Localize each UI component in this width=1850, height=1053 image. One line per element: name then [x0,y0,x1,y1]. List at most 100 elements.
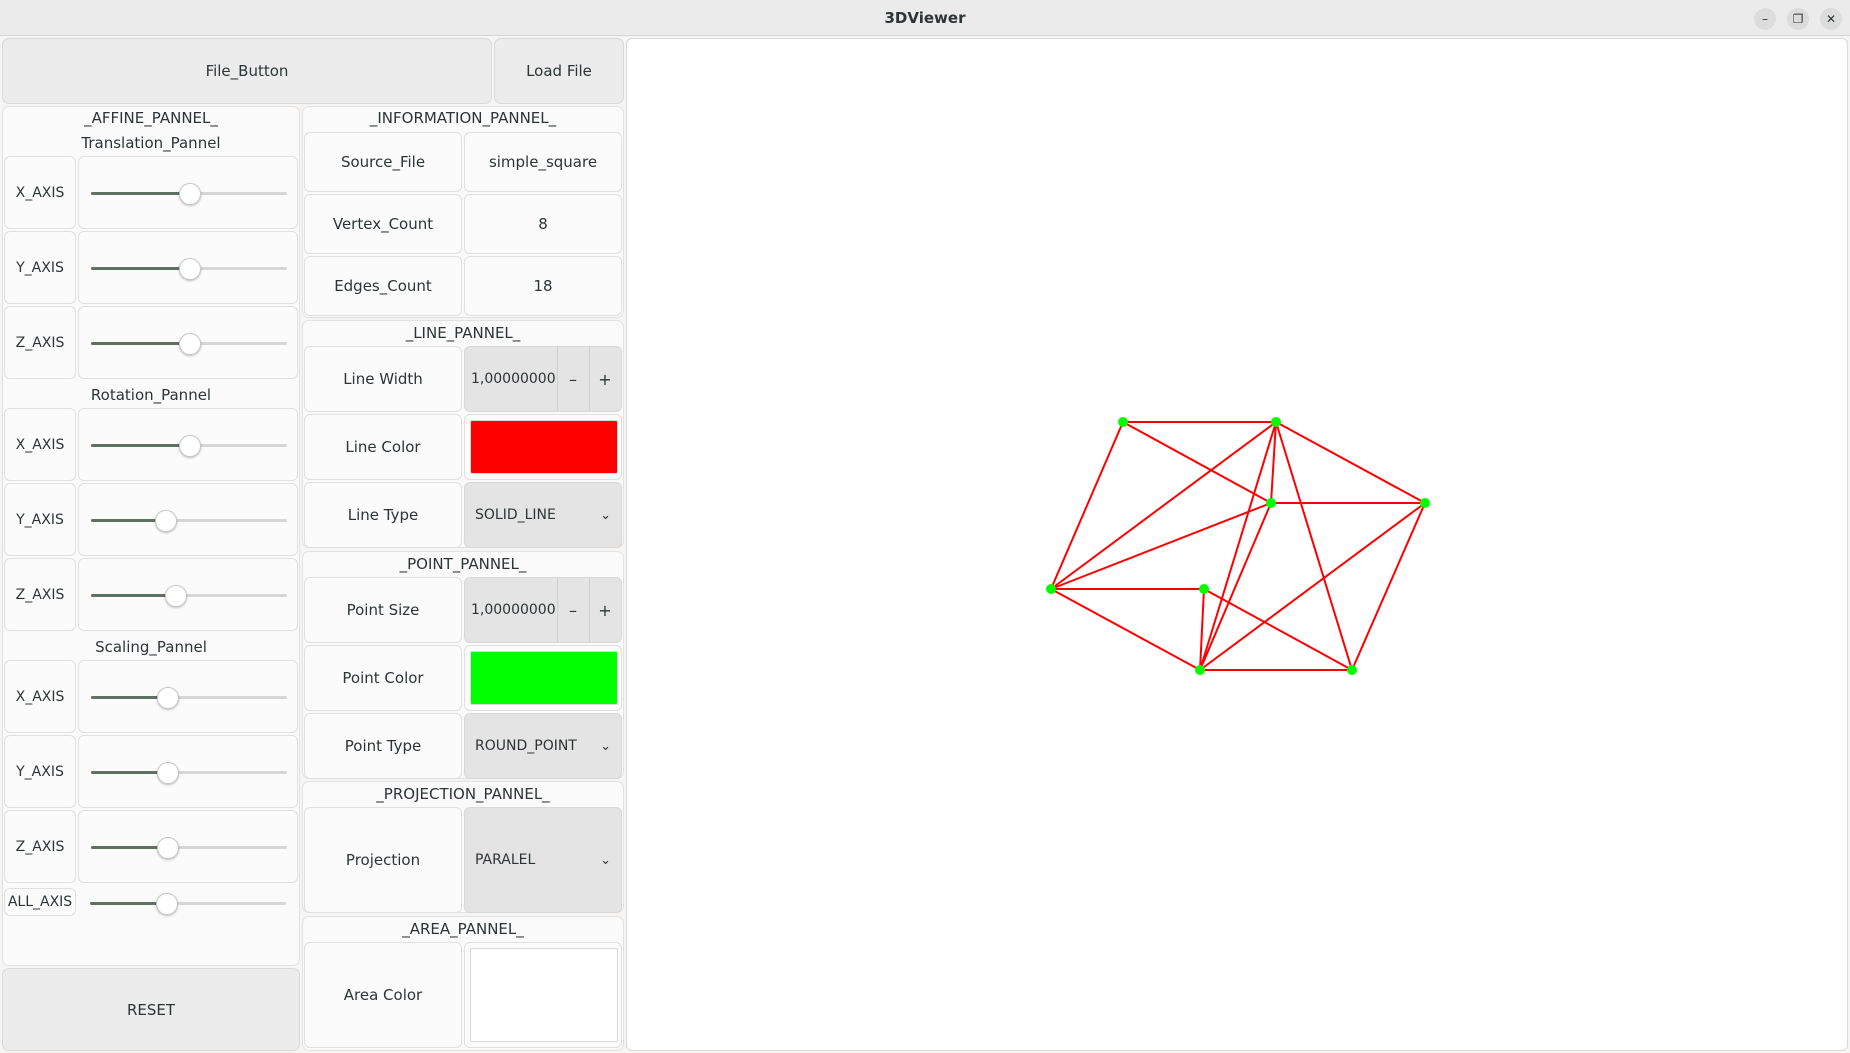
file-button[interactable]: File_Button [2,38,492,104]
model-canvas [1046,417,1430,675]
model-edge [1275,421,1426,504]
close-icon[interactable]: ✕ [1820,8,1842,30]
chevron-down-icon: ⌄ [600,738,611,754]
model-edge [1275,421,1353,671]
scaling-x-axis-slider[interactable] [78,660,298,733]
all-axis-slider-track [90,893,286,915]
line-color-label: Line Color [304,414,462,480]
rotation-z-axis-label: Z_AXIS [4,558,76,631]
slider-handle[interactable] [157,762,180,784]
info-vertex-count-value: 8 [464,194,622,254]
point-size-label: Point Size [304,577,462,643]
plus-icon[interactable]: + [589,578,620,642]
affine-panel-title: _AFFINE_PANNEL_ [84,109,218,127]
slider-track [91,585,287,607]
slider-handle[interactable] [179,183,201,205]
point-size-spinner[interactable]: 1,0000000000 – + [464,577,622,643]
minus-icon[interactable]: – [557,578,588,642]
line-color-button[interactable] [464,414,622,480]
translation-z-axis-slider[interactable] [78,306,298,379]
slider-fill [91,444,189,447]
model-edge [1050,421,1124,590]
info-vertex-count-label: Vertex_Count [304,194,462,254]
line-panel-title: _LINE_PANNEL_ [405,324,521,342]
line-width-spinner[interactable]: 1,0000000000 – + [464,346,622,412]
model-vertex [1420,498,1430,508]
information-panel-title: _INFORMATION_PANNEL_ [369,109,557,127]
slider-fill [91,594,176,597]
rotation-y-axis-slider[interactable] [78,483,298,556]
area-color-label: Area Color [304,942,462,1048]
line-type-dropdown[interactable]: SOLID_LINE ⌄ [464,482,622,548]
info-edges-count-label: Edges_Count [304,256,462,316]
point-type-label: Point Type [304,713,462,779]
chevron-down-icon: ⌄ [600,507,611,523]
slider-fill [91,771,168,774]
model-edge [1050,421,1277,590]
scaling-x-axis-label: X_AXIS [4,660,76,733]
projection-panel-title: _PROJECTION_PANNEL_ [376,785,550,803]
all-axis-slider[interactable] [90,893,286,915]
scaling-z-axis-slider[interactable] [78,810,298,883]
reset-button[interactable]: RESET [2,968,300,1051]
load-file-button[interactable]: Load File [494,38,624,104]
slider-handle[interactable] [157,687,180,709]
rotation-x-axis-slider[interactable] [78,408,298,481]
projection-dropdown[interactable]: PARALEL ⌄ [464,807,622,913]
line-width-label: Line Width [304,346,462,412]
rotation-x-axis-label: X_AXIS [4,408,76,481]
model-vertex [1271,417,1281,427]
slider-handle[interactable] [157,837,180,859]
model-vertex [1195,665,1205,675]
slider-fill [91,192,189,195]
slider-handle[interactable] [179,435,201,457]
slider-handle[interactable] [179,333,201,355]
info-edges-count-value: 18 [464,256,622,316]
line-type-label: Line Type [304,482,462,548]
model-vertex [1347,665,1357,675]
window-title: 3DViewer [884,9,966,27]
all-axis-slider-fill [90,902,167,905]
render-viewport[interactable] [626,38,1848,1051]
slider-handle[interactable] [165,585,188,607]
model-edge [1050,588,1201,671]
model-edge [1199,502,1426,671]
slider-track [91,183,287,205]
slider-track [91,258,287,280]
minus-icon[interactable]: – [557,347,588,411]
maximize-icon[interactable]: ❐ [1787,8,1809,30]
slider-fill [91,696,168,699]
translation-x-axis-slider[interactable] [78,156,298,229]
point-size-value[interactable]: 1,0000000000 [471,578,555,642]
area-color-button[interactable] [464,942,622,1048]
slider-track [91,435,287,457]
slider-track [91,762,287,784]
translation-y-axis-slider[interactable] [78,231,298,304]
area-color-swatch [470,948,618,1042]
model-edge [1351,502,1426,671]
point-color-button[interactable] [464,645,622,711]
all-axis-label: ALL_AXIS [4,888,76,916]
translation-z-axis-label: Z_AXIS [4,306,76,379]
slider-track [91,687,287,709]
model-vertex [1046,584,1056,594]
point-panel-title: _POINT_PANNEL_ [399,555,527,573]
point-color-swatch [470,651,618,705]
slider-track [91,510,287,532]
rotation-z-axis-slider[interactable] [78,558,298,631]
plus-icon[interactable]: + [589,347,620,411]
slider-handle[interactable] [179,258,201,280]
minimize-icon[interactable]: – [1754,8,1776,30]
line-type-value: SOLID_LINE [475,507,556,523]
scaling-y-axis-slider[interactable] [78,735,298,808]
slider-track [91,333,287,355]
scaling-z-axis-label: Z_AXIS [4,810,76,883]
slider-fill [91,846,168,849]
slider-track [91,837,287,859]
line-width-value[interactable]: 1,0000000000 [471,347,555,411]
point-type-dropdown[interactable]: ROUND_POINT ⌄ [464,713,622,779]
translation-panel-title: Translation_Pannel [81,134,221,152]
rotation-y-axis-label: Y_AXIS [4,483,76,556]
slider-handle[interactable] [155,510,178,532]
scaling-y-axis-label: Y_AXIS [4,735,76,808]
